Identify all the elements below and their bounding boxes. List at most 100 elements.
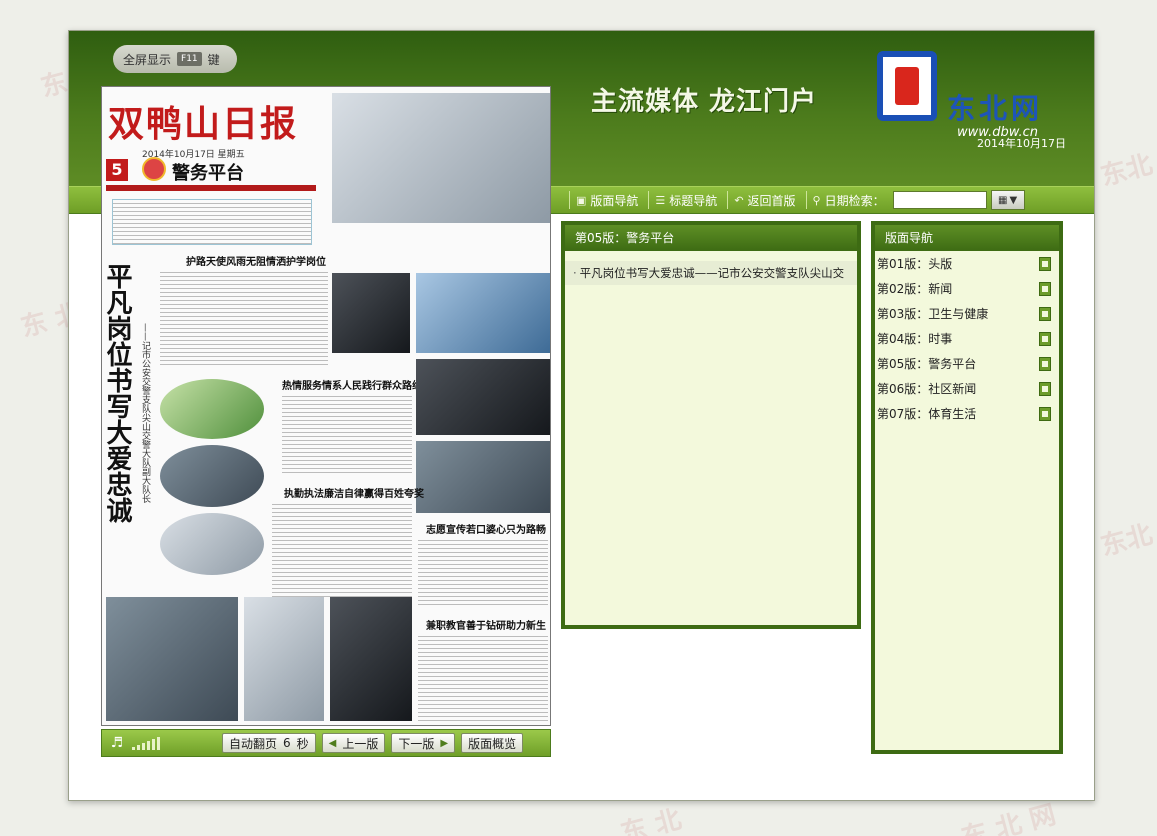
layout-nav-panel: 版面导航 第01版：头版 第02版：新闻 第03版：卫生与健康 第04版：时事 … — [871, 221, 1063, 754]
toolbar-nav: ▣ 版面导航 ☰ 标题导航 ↶ 返回首版 ⚲ 日期检索： ▦ ▼ — [569, 189, 1031, 211]
date-search-label: 日期检索： — [824, 193, 885, 208]
paper-controls: ♬ 自动翻页 6 秒 ◀ 上一版 下一版 ▶ 版面概览 — [101, 729, 551, 757]
return-icon: ↶ — [734, 193, 744, 207]
chevron-down-icon: ▼ — [1009, 194, 1018, 206]
article-text-4 — [418, 537, 548, 607]
layout-item-05[interactable]: 第05版：警务平台 — [875, 351, 1059, 376]
watermark: 东北 — [1097, 519, 1156, 563]
article-panel-title: 第05版：警务平台 — [565, 225, 857, 251]
masthead: 双鸭山日报 — [108, 103, 299, 145]
layout-item-03[interactable]: 第03版：卫生与健康 — [875, 301, 1059, 326]
watermark: 东 北 — [617, 804, 685, 836]
watermark: 东北 — [1097, 149, 1156, 193]
fullscreen-hint[interactable]: 全屏显示 F11 键 — [113, 45, 237, 73]
title-nav-link[interactable]: ☰ 标题导航 — [648, 191, 723, 209]
photo-handshake — [160, 445, 264, 507]
photo-garden — [330, 597, 412, 721]
photo-motorcycle — [244, 597, 324, 721]
f11-key: F11 — [177, 52, 202, 66]
page-number: 5 — [106, 159, 128, 181]
pdf-icon[interactable] — [1039, 381, 1051, 396]
next-page-button[interactable]: 下一版 ▶ — [391, 733, 456, 753]
arrow-right-icon: ▶ — [440, 737, 449, 749]
overview-button[interactable]: 版面概览 — [461, 733, 524, 753]
dbw-logo[interactable]: 东北网 www.dbw.cn — [877, 45, 1082, 141]
search-icon: ⚲ — [812, 193, 821, 207]
photo-radio-studio — [416, 359, 550, 435]
fullscreen-suffix: 键 — [207, 52, 220, 67]
layout-nav-link[interactable]: ▣ 版面导航 — [569, 191, 644, 209]
layout-item-label: 第03版：卫生与健康 — [877, 307, 989, 321]
layout-item-label: 第07版：体育生活 — [877, 407, 977, 421]
pdf-icon[interactable] — [1039, 406, 1051, 421]
newspaper-page[interactable]: 双鸭山日报 2014年10月17日 星期五 5 警务平台 平凡岗位书写大爱忠诚 … — [101, 86, 551, 726]
layout-item-label: 第04版：时事 — [877, 332, 953, 346]
layout-panel-title: 版面导航 — [875, 225, 1059, 251]
layout-item-06[interactable]: 第06版：社区新闻 — [875, 376, 1059, 401]
layout-item-07[interactable]: 第07版：体育生活 — [875, 401, 1059, 426]
pdf-icon[interactable] — [1039, 306, 1051, 321]
page-icon: ▣ — [576, 193, 587, 207]
speaker-icon[interactable]: ♬ — [108, 735, 126, 751]
date-search-input[interactable] — [892, 191, 987, 209]
pdf-icon[interactable] — [1039, 356, 1051, 371]
article-link-label: 平凡岗位书写大爱忠诚——记市公安交警支队尖山交 — [579, 266, 845, 280]
layout-item-label: 第06版：社区新闻 — [877, 382, 977, 396]
section-title: 警务平台 — [172, 163, 244, 184]
prev-page-label: 上一版 — [342, 736, 379, 751]
overview-label: 版面概览 — [468, 736, 517, 751]
volume-slider[interactable] — [132, 736, 160, 750]
layout-nav-label: 版面导航 — [590, 193, 639, 208]
next-page-label: 下一版 — [398, 736, 435, 751]
fullscreen-label: 全屏显示 — [123, 52, 172, 67]
layout-item-label: 第05版：警务平台 — [877, 357, 977, 371]
autoflip-value[interactable]: 6 — [283, 736, 291, 750]
layout-item-label: 第02版：新闻 — [877, 282, 953, 296]
main-subtitle: ——记市公安交警支队尖山交警大队副大队长 — [140, 323, 150, 503]
calendar-button[interactable]: ▦ ▼ — [990, 190, 1025, 210]
autoflip-control[interactable]: 自动翻页 6 秒 — [222, 733, 316, 753]
home-link[interactable]: ↶ 返回首版 — [727, 191, 801, 209]
photo-meeting — [332, 273, 410, 353]
article-link[interactable]: · 平凡岗位书写大爱忠诚——记市公安交警支队尖山交 — [565, 261, 857, 285]
pdf-icon[interactable] — [1039, 256, 1051, 271]
photo-patrol — [160, 513, 264, 575]
autoflip-unit: 秒 — [296, 736, 309, 751]
prev-page-button[interactable]: ◀ 上一版 — [321, 733, 386, 753]
slogan: 主流媒体 龙江门户 — [591, 87, 818, 117]
arrow-left-icon: ◀ — [328, 737, 337, 749]
headline-2: 热情服务情系人民践行群众路线 — [282, 381, 422, 392]
headline-1: 护路天使风雨无阻情洒护学岗位 — [186, 257, 326, 268]
bullet-icon: · — [573, 266, 577, 280]
article-text-3 — [272, 501, 412, 597]
intro-blurb — [112, 199, 312, 245]
viewer-frame: 全屏显示 F11 键 主流媒体 龙江门户 东北网 www.dbw.cn 2014… — [68, 30, 1095, 801]
headline-3: 执勤执法廉洁自律赢得百姓夸奖 — [284, 489, 424, 500]
layout-item-02[interactable]: 第02版：新闻 — [875, 276, 1059, 301]
home-label: 返回首版 — [747, 193, 796, 208]
calendar-icon: ▦ — [998, 194, 1008, 206]
article-text-1 — [160, 269, 328, 365]
article-text-5 — [418, 633, 548, 721]
logo-mark-icon — [877, 51, 937, 121]
article-text-2 — [282, 393, 412, 473]
section-bar — [106, 185, 316, 191]
pdf-icon[interactable] — [1039, 331, 1051, 346]
title-nav-label: 标题导航 — [669, 193, 718, 208]
pdf-icon[interactable] — [1039, 281, 1051, 296]
photo-campus — [160, 379, 264, 439]
photo-traffic-post — [106, 597, 238, 721]
autoflip-label: 自动翻页 — [229, 736, 278, 751]
photo-officers — [416, 441, 550, 513]
police-badge-icon — [142, 157, 166, 181]
photo-conference — [416, 273, 550, 353]
list-icon: ☰ — [655, 193, 666, 207]
layout-item-01[interactable]: 第01版：头版 — [875, 251, 1059, 276]
date-search: ⚲ 日期检索： ▦ ▼ — [805, 190, 1031, 210]
layout-item-04[interactable]: 第04版：时事 — [875, 326, 1059, 351]
logo-name: 东北网 — [947, 92, 1044, 125]
photo-street — [332, 93, 550, 223]
header-date: 2014年10月17日 — [977, 137, 1066, 150]
layout-item-label: 第01版：头版 — [877, 257, 953, 271]
article-list-panel: 第05版：警务平台 · 平凡岗位书写大爱忠诚——记市公安交警支队尖山交 — [561, 221, 861, 629]
